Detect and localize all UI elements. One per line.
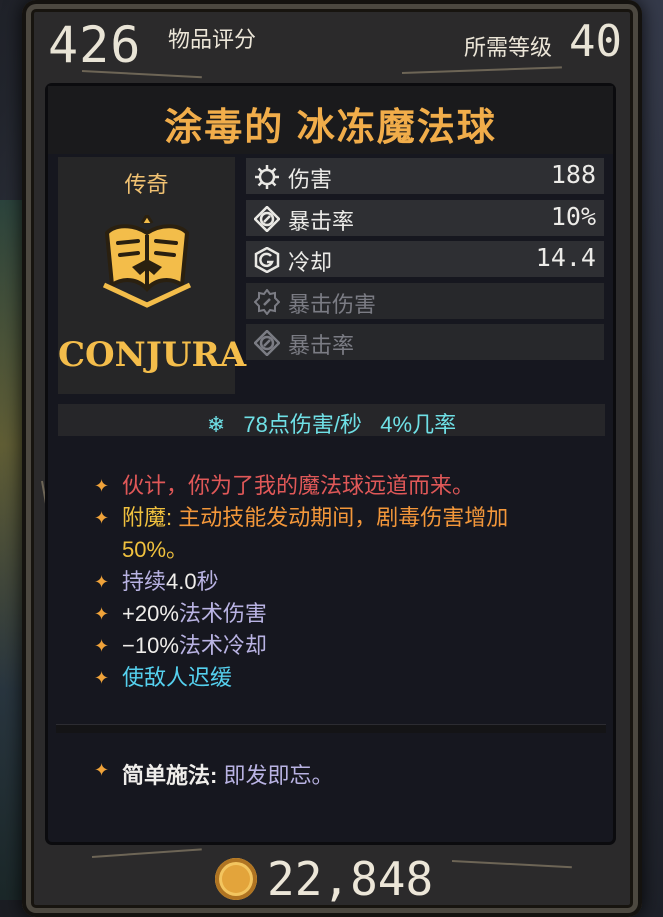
stat-value: 188 [550, 160, 596, 189]
cast-type: ✦ 简单施法: 即发即忘。 [94, 758, 333, 790]
cast-value: 即发即忘。 [223, 763, 334, 788]
effect-duration: ✦ 持续4.0秒 [94, 566, 604, 598]
stat-value: 14.4 [535, 243, 596, 272]
crit-chance-icon [254, 206, 280, 232]
item-name: 涂毒的 冰冻魔法球 [164, 107, 497, 149]
duration-value: 4.0 [166, 569, 197, 594]
bullet-star-icon: ✦ [94, 668, 110, 688]
dps-line: ❄ 78点伤害/秒 4%几率 [58, 407, 605, 439]
item-score-label: 物品评分 [168, 27, 257, 52]
spell-damage-value: +20% [122, 601, 179, 626]
spell-cooldown-label: 法术冷却 [178, 633, 267, 658]
duration-unit: 秒 [196, 569, 219, 594]
effect-spell-damage: ✦ +20%法术伤害 [94, 598, 604, 630]
item-title-bar: 涂毒的 冰冻魔法球 [48, 86, 613, 154]
required-level-value: 40 [569, 16, 622, 67]
stat-row-cooldown: 冷却 14.4 [246, 241, 604, 277]
dps-chance: 4%几率 [380, 412, 457, 437]
dps-bar: ❄ 78点伤害/秒 4%几率 [58, 404, 605, 439]
coin-icon [215, 858, 257, 900]
damage-icon [255, 165, 279, 189]
stat-label: 暴击率 [288, 333, 355, 358]
effect-enchant: ✦ 附魔: 主动技能发动期间，剧毒伤害增加 50%。 [94, 502, 604, 566]
bullet-star-icon: ✦ [94, 604, 110, 624]
dps-value: 78点伤害/秒 [243, 412, 362, 437]
item-rarity: 传奇 [124, 172, 169, 197]
duration-label: 持续 [122, 569, 167, 594]
cast-label: 简单施法: [122, 763, 218, 788]
slow-text: 使敌人迟缓 [122, 665, 233, 690]
crit-damage-icon [254, 289, 280, 315]
stat-label: 伤害 [288, 167, 333, 192]
bullet-star-icon: ✦ [94, 760, 110, 780]
effect-slow: ✦ 使敌人迟缓 [94, 662, 604, 694]
stat-row-damage: 伤害 188 [246, 158, 604, 194]
spell-damage-label: 法术伤害 [178, 601, 267, 626]
stat-row-crit-damage: 暴击伤害 [246, 283, 604, 319]
price-value: 22,848 [267, 852, 434, 906]
effects-list: ✦ 伙计，你为了我的魔法球远道而来。 ✦ 附魔: 主动技能发动期间，剧毒伤害增加… [94, 470, 604, 694]
stat-value: 10% [550, 202, 596, 231]
stat-label: 暴击伤害 [288, 292, 377, 317]
cooldown-icon [254, 247, 280, 273]
enchant-value: 50%。 [122, 537, 189, 562]
spellbook-icon [102, 215, 192, 308]
bullet-star-icon: ✦ [94, 636, 110, 656]
bullet-star-icon: ✦ [94, 572, 110, 592]
stat-label: 暴击率 [288, 209, 355, 234]
stat-row-crit-chance-locked: 暴击率 [246, 324, 604, 360]
tooltip-header: 426 物品评分 所需等级 40 [40, 8, 630, 74]
section-divider [56, 724, 606, 733]
effect-flavor: ✦ 伙计，你为了我的魔法球远道而来。 [94, 470, 604, 502]
item-brand-box: 传奇 CONJURA [58, 157, 247, 394]
spell-cooldown-value: −10% [122, 633, 179, 658]
flavor-text: 伙计，你为了我的魔法球远道而来。 [122, 473, 475, 498]
effect-spell-cooldown: ✦ −10%法术冷却 [94, 630, 604, 662]
stat-label: 冷却 [288, 250, 333, 275]
item-brand: CONJURA [58, 335, 247, 375]
enchant-text: 主动技能发动期间，剧毒伤害增加 [178, 505, 509, 530]
item-score-value: 426 [48, 16, 142, 74]
frost-snowflake-icon: ❄ [206, 412, 226, 437]
enchant-label: 附魔: [122, 505, 173, 530]
bullet-star-icon: ✦ [94, 476, 110, 496]
required-level-label: 所需等级 [463, 35, 552, 60]
bullet-star-icon: ✦ [94, 508, 110, 528]
crit-chance-icon [254, 330, 280, 356]
stat-row-crit-chance: 暴击率 10% [246, 200, 604, 236]
